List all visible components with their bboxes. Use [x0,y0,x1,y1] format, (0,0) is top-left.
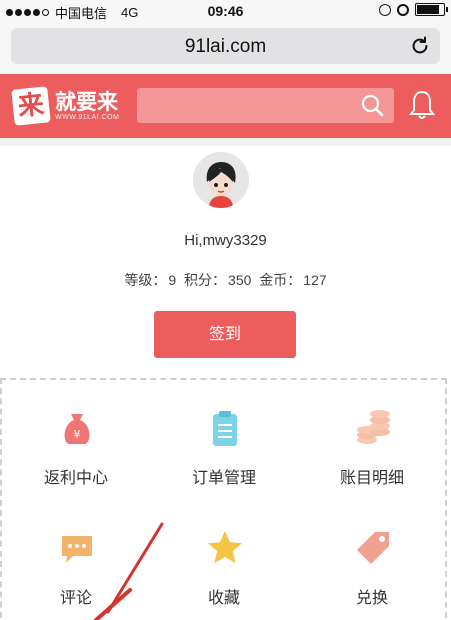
level-value: 9 [168,272,177,288]
app-header: 来 就要来 WWW.91LAI.COM [0,74,451,138]
coins-value: 127 [303,272,327,288]
avatar[interactable] [193,152,249,208]
logo[interactable]: 来 就要来 WWW.91LAI.COM [11,86,120,126]
menu-item-favorites[interactable]: 收藏 [150,500,298,610]
coins-icon [357,410,390,444]
rotation-lock-icon [379,3,391,16]
bell-icon[interactable] [408,89,436,121]
points-value: 350 [228,272,252,288]
user-stats: 等级： 9 积分： 350 金币： 127 [0,270,451,290]
status-right [379,3,448,16]
alarm-icon [397,3,409,16]
reload-icon[interactable] [409,35,431,57]
logo-mark: 来 [11,86,51,126]
search-box[interactable] [137,88,394,123]
username: Hi,mwy3329 [184,232,267,249]
divider [0,138,451,146]
logo-url: WWW.91LAI.COM [55,113,120,121]
search-input[interactable] [145,92,350,119]
comment-icon [62,536,92,563]
coins-label: 金币： [259,272,302,288]
status-bar: 中国电信 4G 09:46 [0,0,451,22]
menu-item-label: 订单管理 [191,470,256,487]
menu-grid: ¥ 返利中心 订单管理 账目明细 评论 收藏 兑换 [0,378,447,620]
checkin-button[interactable]: 签到 [154,311,296,358]
star-icon [208,531,242,564]
points-label: 积分： [184,272,227,288]
url-text[interactable]: 91lai.com [11,36,440,58]
menu-item-label: 收藏 [207,590,240,607]
battery-icon [415,3,448,16]
logo-name: 就要来 [55,90,118,114]
address-bar[interactable]: 91lai.com [11,28,440,64]
money-bag-icon: ¥ [64,414,90,444]
menu-item-order-management[interactable]: 订单管理 [150,380,298,490]
search-icon[interactable] [360,93,384,117]
menu-item-rebate-center[interactable]: ¥ 返利中心 [2,380,150,490]
menu-item-label: 返利中心 [43,470,108,487]
menu-item-comments[interactable]: 评论 [2,500,150,610]
menu-item-label: 评论 [59,590,92,607]
avatar-image [193,152,249,208]
browser-toolbar: 91lai.com [0,22,451,74]
menu-item-label: 账目明细 [339,470,404,487]
menu-item-account-details[interactable]: 账目明细 [298,380,446,490]
level-label: 等级： [124,272,167,288]
tag-icon [357,532,389,564]
menu-item-label: 兑换 [355,590,388,607]
clipboard-icon [213,411,237,446]
svg-text:¥: ¥ [74,428,81,441]
logo-text: 就要来 WWW.91LAI.COM [55,90,120,121]
menu-item-exchange[interactable]: 兑换 [298,500,446,610]
